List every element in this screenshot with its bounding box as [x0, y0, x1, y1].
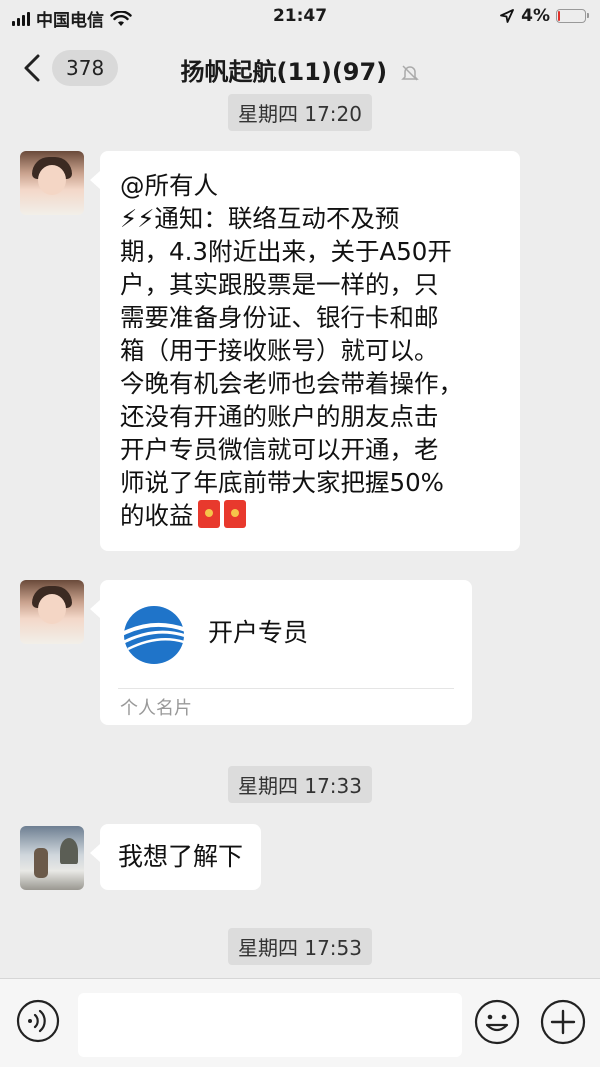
- timestamp: 星期四 17:33: [228, 766, 372, 803]
- message-line: 箱（用于接收账号）就可以。: [120, 336, 439, 365]
- red-envelope-emoji-icon: [223, 500, 246, 528]
- avatar[interactable]: [20, 826, 84, 890]
- message-line-text: 的收益: [120, 501, 194, 530]
- chat-title: 扬帆起航(11)(97): [0, 52, 600, 87]
- battery-icon: [556, 9, 589, 23]
- message-input[interactable]: [78, 993, 462, 1057]
- message-line: @所有人: [120, 171, 218, 200]
- input-bar: [0, 978, 600, 1067]
- message-line: 今晚有机会老师也会带着操作，: [120, 369, 463, 398]
- contact-card-label: 个人名片: [120, 698, 192, 719]
- contact-card-divider: [118, 688, 454, 689]
- message-line: 期，4.3附近出来，关于A50开: [120, 237, 452, 266]
- more-options-plus-button[interactable]: [540, 999, 586, 1045]
- contact-card[interactable]: 开户专员 个人名片: [90, 580, 472, 725]
- message-line: ⚡⚡通知：联络互动不及预: [120, 204, 400, 233]
- status-right: 4%: [499, 6, 589, 26]
- status-bar: 中国电信 21:47 4%: [0, 0, 600, 34]
- contact-card-logo-icon: [121, 606, 187, 664]
- mute-bell-icon: [400, 65, 419, 81]
- battery-percent: 4%: [521, 6, 550, 26]
- message-line: 还没有开通的账户的朋友点击: [120, 402, 439, 431]
- message-line: 需要准备身份证、银行卡和邮: [120, 303, 439, 332]
- emoji-button[interactable]: [474, 999, 520, 1045]
- avatar[interactable]: [20, 151, 84, 215]
- message-bubble[interactable]: @所有人 ⚡⚡通知：联络互动不及预 期，4.3附近出来，关于A50开 户，其实跟…: [90, 151, 520, 551]
- message-line-last: 的收益: [120, 499, 500, 532]
- chat-title-text: 扬帆起航(11)(97): [180, 58, 388, 86]
- voice-input-button[interactable]: [16, 999, 60, 1043]
- contact-card-name: 开户专员: [208, 618, 309, 647]
- avatar[interactable]: [20, 580, 84, 644]
- timestamp: 星期四 17:53: [228, 928, 372, 965]
- message-line: 户，其实跟股票是一样的，只: [120, 270, 439, 299]
- message-line: 开户专员微信就可以开通，老: [120, 435, 439, 464]
- red-envelope-emoji-icon: [197, 500, 220, 528]
- timestamp: 星期四 17:20: [228, 94, 372, 131]
- message-line: 师说了年底前带大家把握50%: [120, 468, 444, 497]
- message-bubble[interactable]: 我想了解下: [89, 824, 262, 890]
- location-arrow-icon: [500, 9, 515, 23]
- chat-header: 378 扬帆起航(11)(97): [0, 34, 600, 102]
